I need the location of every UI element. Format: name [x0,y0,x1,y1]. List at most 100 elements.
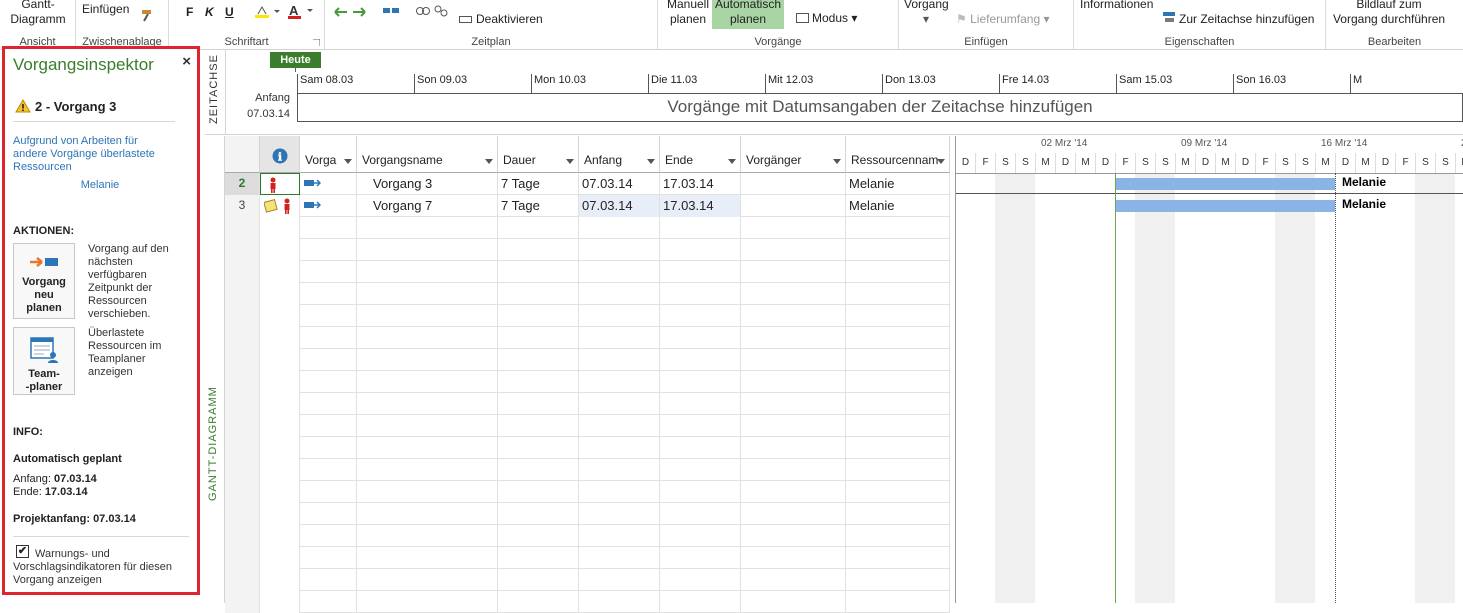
cell-duration[interactable] [498,459,579,481]
cell-ind[interactable] [260,283,300,305]
cell-name[interactable] [357,547,498,569]
cell-ind[interactable] [260,547,300,569]
cell-duration[interactable]: 7 Tage [498,195,579,217]
cell-name[interactable] [357,459,498,481]
cell-ind[interactable] [260,459,300,481]
cell-resource[interactable] [846,415,950,437]
cell-resource[interactable] [846,327,950,349]
cell-end[interactable] [660,437,741,459]
cell-ind[interactable] [260,305,300,327]
cell-duration[interactable] [498,415,579,437]
cell-id[interactable] [225,525,260,547]
cell-duration[interactable] [498,239,579,261]
cell-duration[interactable] [498,503,579,525]
row-header-corner[interactable] [225,136,260,173]
cell-mode[interactable] [300,569,357,591]
cell-id[interactable] [225,305,260,327]
outdent-indent-icon[interactable] [333,5,367,19]
cell-duration[interactable] [498,283,579,305]
cell-id[interactable] [225,591,260,613]
cell-end[interactable] [660,459,741,481]
cell-name[interactable] [357,525,498,547]
cell-mode[interactable] [300,195,357,217]
team-planner-button[interactable]: Team- -planer [13,327,75,395]
cell-name[interactable] [357,393,498,415]
table-row[interactable] [225,547,950,569]
cell-start[interactable] [579,459,660,481]
table-row[interactable] [225,305,950,327]
column-header-mode[interactable]: Vorga [300,136,357,173]
cell-pred[interactable] [741,239,846,261]
cell-pred[interactable] [741,173,846,195]
filter-dropdown-icon[interactable] [647,159,655,164]
cell-end[interactable] [660,481,741,503]
cell-name[interactable] [357,415,498,437]
cell-id[interactable] [225,393,260,415]
column-header-start[interactable]: Anfang [579,136,660,173]
cell-id[interactable] [225,349,260,371]
cell-pred[interactable] [741,525,846,547]
reschedule-task-button[interactable]: Vorgang neu planen [13,243,75,319]
cell-ind[interactable] [260,569,300,591]
italic-button[interactable]: K [205,5,214,19]
cell-end[interactable] [660,283,741,305]
table-row[interactable] [225,239,950,261]
cell-start[interactable] [579,569,660,591]
cell-id[interactable] [225,327,260,349]
cell-mode[interactable] [300,305,357,327]
cell-mode[interactable] [300,239,357,261]
cell-resource[interactable] [846,393,950,415]
cell-mode[interactable] [300,371,357,393]
cell-start[interactable] [579,239,660,261]
cell-start[interactable] [579,481,660,503]
cell-ind[interactable] [260,481,300,503]
cell-ind[interactable] [260,217,300,239]
cell-pred[interactable] [741,371,846,393]
cell-duration[interactable] [498,371,579,393]
add-to-timeline-button[interactable]: Zur Zeitachse hinzufügen [1162,11,1314,26]
cell-start[interactable] [579,349,660,371]
cell-duration[interactable] [498,261,579,283]
cell-name[interactable] [357,503,498,525]
table-row[interactable] [225,371,950,393]
cell-resource[interactable] [846,525,950,547]
cell-start[interactable] [579,437,660,459]
cell-resource[interactable] [846,261,950,283]
close-icon[interactable]: × [182,53,191,70]
auto-schedule-button[interactable]: Automatisch planen [712,0,784,29]
filter-dropdown-icon[interactable] [937,159,945,164]
cell-name[interactable] [357,437,498,459]
cell-duration[interactable] [498,569,579,591]
cell-start[interactable] [579,371,660,393]
filter-dropdown-icon[interactable] [728,159,736,164]
cell-start[interactable] [579,283,660,305]
cell-duration[interactable] [498,547,579,569]
table-row[interactable] [225,349,950,371]
link-unlink-icon[interactable] [415,4,449,18]
cell-ind[interactable] [260,393,300,415]
table-row[interactable] [225,415,950,437]
table-row[interactable] [225,591,950,613]
cell-pred[interactable] [741,415,846,437]
deliverable-button[interactable]: ⚑ Lieferumfang ▾ [956,12,1050,26]
cell-pred[interactable] [741,217,846,239]
cell-resource[interactable] [846,239,950,261]
cell-mode[interactable] [300,173,357,195]
cell-duration[interactable] [498,591,579,613]
cell-duration[interactable]: 7 Tage [498,173,579,195]
bold-button[interactable]: F [186,5,193,19]
cell-name[interactable] [357,371,498,393]
cell-end[interactable] [660,591,741,613]
cell-ind[interactable] [260,415,300,437]
cell-end[interactable] [660,371,741,393]
mode-dropdown[interactable]: Modus ▾ [796,11,857,25]
cell-pred[interactable] [741,547,846,569]
cell-resource[interactable] [846,371,950,393]
cell-name[interactable] [357,217,498,239]
cell-mode[interactable] [300,283,357,305]
cell-start[interactable] [579,305,660,327]
cell-duration[interactable] [498,481,579,503]
cell-pred[interactable] [741,569,846,591]
cell-ind[interactable] [260,437,300,459]
table-row[interactable] [225,459,950,481]
